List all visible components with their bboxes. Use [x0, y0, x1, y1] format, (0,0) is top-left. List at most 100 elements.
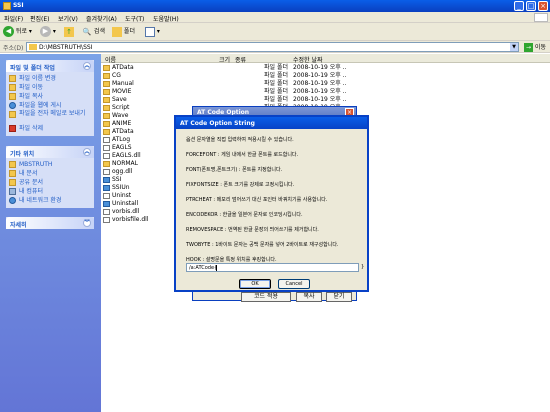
folders-label: 폴더 [123, 28, 135, 35]
file-name: vorbis.dll [112, 208, 140, 215]
file-date: 2008-10-19 오후 .. [293, 96, 347, 103]
copy-button[interactable]: 복사 [296, 292, 322, 302]
task-email[interactable]: 파일을 전자 메일로 보내기 [6, 110, 94, 124]
application-icon [103, 185, 110, 191]
task-label: 파일 이동 [19, 84, 43, 91]
close-dialog-button[interactable]: 닫기 [326, 292, 352, 302]
folder-icon [29, 44, 37, 50]
place-label: 내 문서 [19, 170, 38, 177]
folder-icon [103, 89, 110, 95]
task-rename[interactable]: 파일 이름 변경 [6, 74, 94, 83]
go-button[interactable]: → 이동 [524, 42, 546, 52]
file-icon [103, 209, 110, 215]
views-button[interactable]: ▾ [145, 26, 160, 38]
toolbar: ◀ 뒤로 ▾ ▶ ▾ ↑ 🔍 검색 폴더 ▾ [0, 23, 550, 41]
menu-edit[interactable]: 편집(E) [30, 14, 50, 23]
menu-favorites[interactable]: 즐겨찾기(A) [86, 14, 117, 23]
place-network[interactable]: 내 네트워크 환경 [6, 196, 94, 205]
folder-icon [9, 161, 16, 168]
menu-tools[interactable]: 도구(T) [125, 14, 144, 23]
file-name: EAGLS.dll [112, 152, 141, 159]
task-move[interactable]: 파일 이동 [6, 83, 94, 92]
folder-icon [103, 105, 110, 111]
other-places-panel: 기타 위치 ︽ MBSTRUTH 내 문서 공유 문서 내 컴퓨터 내 네트워크… [6, 146, 94, 208]
menu-view[interactable]: 보기(V) [58, 14, 78, 23]
file-row[interactable]: Save 파일 폴더 2008-10-19 오후 .. [101, 96, 550, 104]
file-tasks-header[interactable]: 파일 및 폴더 작업 ︽ [6, 60, 94, 72]
file-row[interactable]: ATData 파일 폴더 2008-10-19 오후 .. [101, 64, 550, 72]
file-row[interactable]: Manual 파일 폴더 2008-10-19 오후 .. [101, 80, 550, 88]
task-delete[interactable]: 파일 삭제 [6, 124, 94, 133]
task-copy[interactable]: 파일 복사 [6, 92, 94, 101]
menu-file[interactable]: 파일(F) [4, 14, 23, 23]
back-button[interactable]: ◀ 뒤로 ▾ [3, 26, 32, 38]
up-folder-button[interactable]: ↑ [64, 26, 74, 38]
dialog-title: AT Code Option String [176, 117, 367, 129]
apply-code-button[interactable]: 코드 적용 [241, 292, 291, 302]
go-arrow-icon: → [524, 43, 533, 52]
collapse-icon[interactable]: ︽ [83, 148, 91, 156]
rename-icon [9, 75, 16, 82]
search-icon: 🔍 [82, 27, 92, 36]
email-icon [9, 111, 16, 118]
web-publish-icon [9, 102, 16, 109]
search-button[interactable]: 🔍 검색 [82, 26, 105, 38]
file-row[interactable]: MOVIE 파일 폴더 2008-10-19 오후 .. [101, 88, 550, 96]
cancel-button[interactable]: Cancel [278, 279, 310, 289]
file-name: vorbisfile.dll [112, 216, 149, 223]
details-panel: 자세히 ︾ [6, 217, 94, 229]
other-places-header[interactable]: 기타 위치 ︽ [6, 146, 94, 158]
address-input[interactable]: D:\MBSTRUTH\SSI ▼ [26, 42, 519, 52]
minimize-button[interactable]: _ [514, 1, 524, 11]
close-button[interactable]: × [538, 1, 548, 11]
go-label: 이동 [534, 44, 546, 51]
folders-button[interactable]: 폴더 [112, 26, 135, 38]
place-label: MBSTRUTH [19, 161, 53, 168]
maximize-button[interactable]: □ [526, 1, 536, 11]
address-label: 주소(D) [3, 45, 24, 52]
details-header[interactable]: 자세히 ︾ [6, 217, 94, 229]
task-label: 파일 삭제 [19, 125, 43, 132]
option-font: FONT(폰트명,폰트크기) : 폰트를 지정합니다. [186, 167, 283, 173]
delete-icon [9, 125, 16, 132]
option-string-value: /a:ATCode{ [189, 265, 218, 271]
details-title: 자세히 [10, 222, 27, 229]
computer-icon [9, 188, 16, 195]
file-tasks-panel: 파일 및 폴더 작업 ︽ 파일 이름 변경 파일 이동 파일 복사 파일을 웹에… [6, 60, 94, 136]
menu-help[interactable]: 도움말(H) [153, 14, 179, 23]
option-string-input[interactable]: /a:ATCode{ [186, 263, 359, 272]
chevron-down-icon[interactable]: ▼ [510, 43, 518, 51]
text-cursor [216, 265, 217, 271]
file-date: 2008-10-19 오후 .. [293, 80, 347, 87]
expand-icon[interactable]: ︾ [83, 219, 91, 227]
option-encodekor: ENCODEKOR : 한글을 일본어 문자로 인코딩시킵니다. [186, 212, 303, 218]
file-icon [103, 153, 110, 159]
input-closing-brace: } [361, 264, 365, 270]
at-code-option-string-dialog: AT Code Option String /a:ATCode{ } OK Ca… [174, 115, 369, 292]
place-shared-documents[interactable]: 공유 문서 [6, 178, 94, 187]
views-icon [145, 26, 155, 37]
address-path: D:\MBSTRUTH\SSI [39, 44, 93, 51]
column-header: 이름 크기 종류 수정한 날짜 [101, 54, 550, 64]
chevron-down-icon: ▾ [28, 28, 32, 35]
move-icon [9, 84, 16, 91]
file-date: 2008-10-19 오후 .. [293, 64, 347, 71]
task-publish[interactable]: 파일을 웹에 게시 [6, 101, 94, 110]
place-my-computer[interactable]: 내 컴퓨터 [6, 187, 94, 196]
folder-icon [103, 113, 110, 119]
place-mbstruth[interactable]: MBSTRUTH [6, 160, 94, 169]
ok-button[interactable]: OK [239, 279, 271, 289]
forward-button[interactable]: ▶ ▾ [40, 26, 56, 38]
folder-icon [3, 2, 11, 10]
forward-arrow-icon: ▶ [40, 26, 51, 37]
folder-icon [103, 129, 110, 135]
file-icon [103, 145, 110, 151]
collapse-icon[interactable]: ︽ [83, 62, 91, 70]
window-titlebar[interactable]: SSI _ □ × [0, 0, 550, 12]
folders-icon [112, 26, 122, 37]
application-icon [103, 201, 110, 207]
task-label: 파일 복사 [19, 93, 43, 100]
place-my-documents[interactable]: 내 문서 [6, 169, 94, 178]
option-twobyte: TWOBYTE : 1바이트 문자는 공백 문자를 넣어 2바이트로 재구성합니… [186, 242, 339, 248]
file-row[interactable]: CG 파일 폴더 2008-10-19 오후 .. [101, 72, 550, 80]
